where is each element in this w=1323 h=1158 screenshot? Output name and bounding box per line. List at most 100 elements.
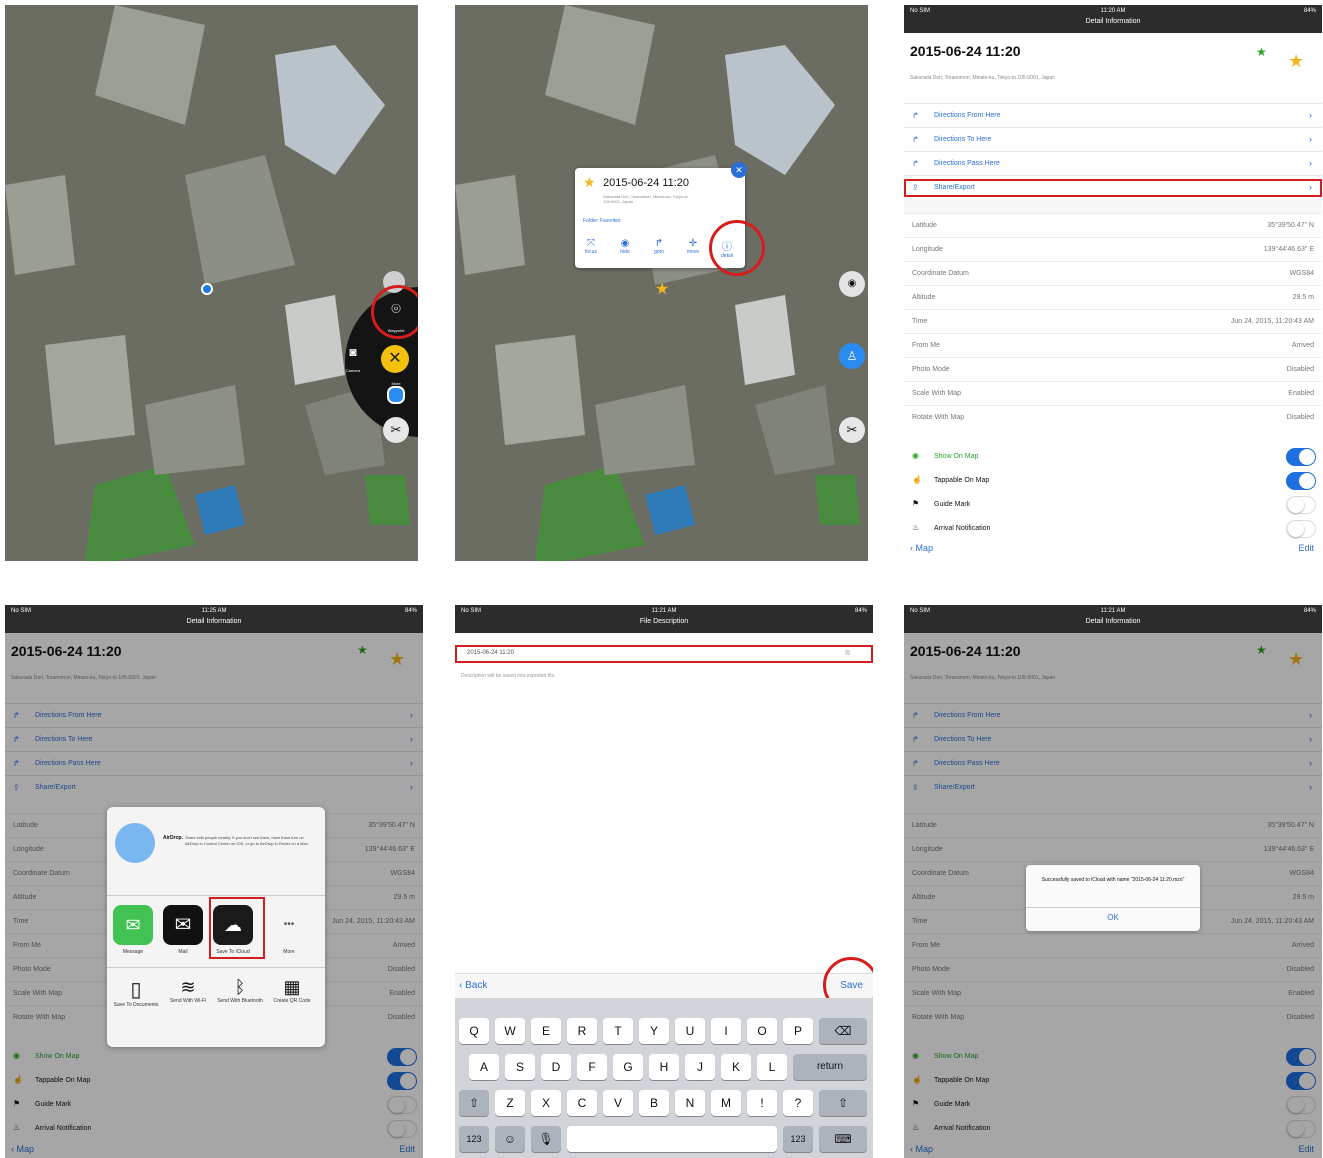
key-m[interactable]: M (711, 1090, 741, 1116)
key-l[interactable]: L (757, 1054, 787, 1080)
key-y[interactable]: Y (639, 1018, 669, 1044)
key-w[interactable]: W (495, 1018, 525, 1044)
camera-button[interactable]: ◙ Camera (341, 345, 365, 377)
key-a[interactable]: A (469, 1054, 499, 1080)
key-b[interactable]: B (639, 1090, 669, 1116)
mail-app-button[interactable]: ✉ (163, 905, 203, 945)
space-key[interactable] (567, 1126, 777, 1152)
status-bar: No SIM 11:20 AM Detail Information 84% (904, 5, 1322, 33)
back-button[interactable]: ‹ Back (459, 980, 487, 991)
key-n[interactable]: N (675, 1090, 705, 1116)
shift-key[interactable]: ⇧ (459, 1090, 489, 1116)
key-c[interactable]: C (567, 1090, 597, 1116)
ok-button[interactable]: OK (1026, 913, 1200, 922)
back-to-map-button[interactable]: ‹ Map (910, 543, 933, 553)
key-o[interactable]: O (747, 1018, 777, 1044)
directions-from-row[interactable]: ↱ Directions From Here › (904, 103, 1322, 128)
move-button[interactable]: ✛ move (679, 238, 707, 255)
tappable-on-map-switch[interactable] (1286, 472, 1316, 490)
favorite-mark-icon: ★ (1256, 45, 1267, 59)
close-popup-button[interactable]: ✕ (731, 162, 747, 178)
eye-icon: ◉ (620, 238, 630, 249)
map-panel-2[interactable]: ★ ◉ ♙ ✂ ★ 2015-06-24 11:20 Sakurada Dori… (455, 5, 868, 561)
close-icon: ✕ (735, 165, 743, 175)
key-t[interactable]: T (603, 1018, 633, 1044)
alert-message: Successfully saved to iCloud with name "… (1041, 877, 1185, 883)
highlight-waypoint (371, 285, 418, 339)
waypoint-star-marker[interactable]: ★ (655, 279, 669, 299)
key-j[interactable]: J (685, 1054, 715, 1080)
guide-mark-switch[interactable] (1286, 496, 1316, 514)
save-to-documents-button[interactable]: ▯ Save To Documents (113, 977, 159, 1008)
delete-key[interactable]: ⌫ (819, 1018, 867, 1044)
key-q[interactable]: Q (459, 1018, 489, 1044)
show-on-map-switch[interactable] (1286, 448, 1316, 466)
goto-button[interactable]: ↱ goto (645, 238, 673, 255)
emoji-key[interactable]: ☺ (495, 1126, 525, 1152)
move-icon: ✛ (688, 238, 698, 249)
property-row: Coordinate Datum WGS84 (904, 261, 1322, 286)
more-apps-button[interactable]: ••• (269, 905, 309, 945)
send-with-bluetooth-button[interactable]: ᛒ Send With Bluetooth (217, 977, 263, 1004)
keyboard-row-3: ⇧ Z X C V B N M ! ? ⇧ (455, 1090, 873, 1118)
satellite-map (5, 5, 418, 561)
directions-to-row[interactable]: ↱ Directions To Here › (904, 127, 1322, 152)
key-r[interactable]: R (567, 1018, 597, 1044)
directions-pass-row[interactable]: ↱ Directions Pass Here › (904, 151, 1322, 176)
waypoint-star-icon[interactable]: ★ (1288, 51, 1312, 75)
key-question[interactable]: ? (783, 1090, 813, 1116)
key-v[interactable]: V (603, 1090, 633, 1116)
dictation-key[interactable]: 🎙 (531, 1126, 561, 1152)
status-bar: No SIM 11:21 AM Detail Information 84% (904, 605, 1322, 633)
toggle-tappable-on-map: ☝ Tappable On Map (904, 469, 1322, 493)
key-i[interactable]: I (711, 1018, 741, 1044)
popup-address: Sakurada Dori, Toranomon, Minato-ku, Tok… (603, 194, 688, 204)
keyboard-row-1: Q W E R T Y U I O P ⌫ (455, 1018, 873, 1046)
eye-button[interactable]: ◉ (839, 271, 865, 297)
key-p[interactable]: P (783, 1018, 813, 1044)
key-x[interactable]: X (531, 1090, 561, 1116)
key-s[interactable]: S (505, 1054, 535, 1080)
tools-button[interactable]: ✂ (383, 417, 409, 443)
bell-icon: ♨ (912, 523, 920, 532)
keyboard-row-4: 123 ☺ 🎙 123 ⌨ (455, 1126, 873, 1154)
focus-button[interactable]: ⤧ focus (577, 238, 605, 255)
keyboard-row-2: A S D F G H J K L return (455, 1054, 873, 1082)
message-icon: ✉ (125, 915, 141, 935)
hide-button[interactable]: ◉ hide (611, 238, 639, 255)
more-button[interactable]: More (385, 381, 407, 409)
chevron-right-icon: › (1309, 110, 1312, 120)
message-app-button[interactable]: ✉ (113, 905, 153, 945)
key-e[interactable]: E (531, 1018, 561, 1044)
shift-key-right[interactable]: ⇧ (819, 1090, 867, 1116)
property-row: Time Jun 24, 2015, 11:20:43 AM (904, 309, 1322, 334)
key-d[interactable]: D (541, 1054, 571, 1080)
tools-icon: ✂ (846, 422, 858, 437)
key-h[interactable]: H (649, 1054, 679, 1080)
close-menu-button[interactable]: ✕ (381, 345, 409, 373)
highlight-share-export (904, 179, 1322, 197)
toggle-show-on-map: ◉ Show On Map (904, 445, 1322, 469)
key-f[interactable]: F (577, 1054, 607, 1080)
tools-button[interactable]: ✂ (839, 417, 865, 443)
key-g[interactable]: G (613, 1054, 643, 1080)
location-button[interactable]: ♙ (839, 343, 865, 369)
key-exclamation[interactable]: ! (747, 1090, 777, 1116)
hide-keyboard-key[interactable]: ⌨ (819, 1126, 867, 1152)
send-with-wifi-button[interactable]: ≋ Send With Wi-Fi (165, 977, 211, 1004)
key-k[interactable]: K (721, 1054, 751, 1080)
divider (107, 967, 325, 968)
key-u[interactable]: U (675, 1018, 705, 1044)
shift-icon: ⇧ (837, 1096, 849, 1110)
create-qr-code-button[interactable]: ▦ Create QR Code (269, 977, 315, 1004)
numbers-key-right[interactable]: 123 (783, 1126, 813, 1152)
key-z[interactable]: Z (495, 1090, 525, 1116)
return-key[interactable]: return (793, 1054, 867, 1080)
edit-button[interactable]: Edit (1298, 543, 1314, 553)
numbers-key[interactable]: 123 (459, 1126, 489, 1152)
arrival-notification-switch[interactable] (1286, 520, 1316, 538)
highlight-icloud (209, 897, 265, 959)
bottom-toolbar: ‹ Back Save (455, 973, 873, 1000)
shift-icon: ⇧ (468, 1096, 480, 1110)
map-panel-1[interactable]: ⌾ Waypoint ◙ Camera ✕ More ✂ (5, 5, 418, 561)
